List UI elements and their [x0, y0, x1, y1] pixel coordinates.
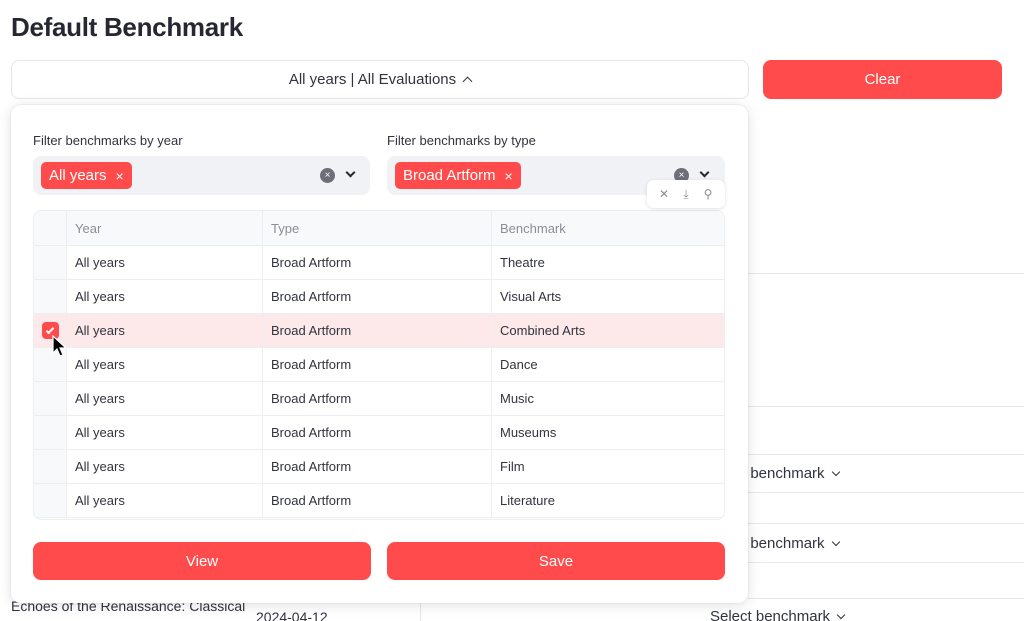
row-select-cell[interactable] — [34, 280, 66, 313]
cell-type[interactable]: Broad Artform — [262, 314, 491, 347]
divider — [748, 273, 1024, 274]
clear-selection-icon[interactable]: × — [320, 168, 335, 183]
page-title: Default Benchmark — [11, 12, 243, 42]
row-select-cell[interactable] — [34, 484, 66, 517]
divider — [748, 598, 1024, 599]
row-select-cell[interactable] — [34, 416, 66, 449]
download-icon[interactable]: ⤓ — [678, 187, 694, 202]
type-filter-label: Filter benchmarks by type — [387, 133, 536, 148]
cell-year[interactable]: All years — [66, 314, 262, 347]
event-date: 2024-04-12 — [256, 609, 328, 621]
row-select-header — [34, 211, 66, 245]
cell-year[interactable]: All years — [66, 348, 262, 381]
row-select-cell[interactable] — [34, 246, 66, 279]
mouse-cursor-icon — [52, 335, 68, 357]
table-row[interactable]: All years Broad Artform Literature — [34, 484, 724, 518]
row-select-cell[interactable] — [34, 450, 66, 483]
table-row[interactable]: All years Broad Artform Music — [34, 382, 724, 416]
chevron-down-icon[interactable] — [345, 167, 356, 178]
chevron-down-icon — [836, 610, 846, 619]
close-icon[interactable]: ✕ — [656, 187, 672, 201]
divider — [748, 492, 1024, 493]
search-icon[interactable]: ⚲ — [700, 187, 716, 201]
table-row[interactable]: All years Broad Artform Combined Arts — [34, 314, 724, 348]
year-tag: All years × — [41, 162, 132, 189]
clear-button[interactable]: Clear — [763, 60, 1002, 99]
remove-tag-icon[interactable]: × — [505, 168, 513, 184]
cell-year[interactable]: All years — [66, 416, 262, 449]
year-filter-select[interactable]: All years × × — [33, 156, 370, 195]
cell-year[interactable]: All years — [66, 382, 262, 415]
remove-tag-icon[interactable]: × — [116, 168, 124, 184]
column-header-benchmark[interactable]: Benchmark — [491, 211, 724, 245]
table-row[interactable]: All years Broad Artform Visual Arts — [34, 280, 724, 314]
table-row[interactable]: All years Broad Artform Museums — [34, 416, 724, 450]
benchmark-table: Year Type Benchmark All years Broad Artfo… — [33, 210, 725, 520]
cell-benchmark[interactable]: Literature — [491, 484, 724, 517]
check-icon — [45, 325, 55, 334]
cell-year[interactable]: All years — [66, 246, 262, 279]
filter-expander-toggle[interactable]: All years | All Evaluations — [11, 60, 749, 99]
filter-popover: Filter benchmarks by year All years × × … — [11, 105, 748, 603]
type-tag: Broad Artform × — [395, 162, 521, 189]
cell-benchmark[interactable]: Combined Arts — [491, 314, 724, 347]
divider — [420, 603, 421, 621]
cell-benchmark[interactable]: Film — [491, 450, 724, 483]
chevron-down-icon — [831, 467, 840, 476]
chevron-down-icon — [831, 537, 840, 546]
chevron-down-icon[interactable] — [699, 167, 710, 178]
column-header-year[interactable]: Year — [66, 211, 262, 245]
cell-year[interactable]: All years — [66, 280, 262, 313]
cell-benchmark[interactable]: Dance — [491, 348, 724, 381]
table-row[interactable]: All years Broad Artform Theatre — [34, 246, 724, 280]
table-toolbar: ✕ ⤓ ⚲ — [647, 180, 725, 208]
view-button[interactable]: View — [33, 542, 371, 580]
cell-type[interactable]: Broad Artform — [262, 348, 491, 381]
divider — [748, 562, 1024, 563]
cell-benchmark[interactable]: Museums — [491, 416, 724, 449]
cell-year[interactable]: All years — [66, 484, 262, 517]
cell-type[interactable]: Broad Artform — [262, 450, 491, 483]
table-header: Year Type Benchmark — [34, 211, 724, 246]
divider — [748, 454, 1024, 455]
year-filter-label: Filter benchmarks by year — [33, 133, 183, 148]
benchmark-select[interactable]: Select benchmark — [710, 608, 846, 621]
cell-type[interactable]: Broad Artform — [262, 416, 491, 449]
chevron-up-icon — [462, 76, 473, 87]
divider — [748, 406, 1024, 407]
cell-type[interactable]: Broad Artform — [262, 484, 491, 517]
cell-benchmark[interactable]: Visual Arts — [491, 280, 724, 313]
cell-year[interactable]: All years — [66, 450, 262, 483]
cell-benchmark[interactable]: Theatre — [491, 246, 724, 279]
row-select-cell[interactable] — [34, 382, 66, 415]
cell-type[interactable]: Broad Artform — [262, 382, 491, 415]
benchmark-select[interactable]: t benchmark — [742, 535, 840, 552]
table-row[interactable]: All years Broad Artform Dance — [34, 348, 724, 382]
table-row[interactable]: All years Broad Artform Film — [34, 450, 724, 484]
divider — [748, 523, 1024, 524]
column-header-type[interactable]: Type — [262, 211, 491, 245]
cell-type[interactable]: Broad Artform — [262, 280, 491, 313]
cell-benchmark[interactable]: Music — [491, 382, 724, 415]
benchmark-select[interactable]: t benchmark — [742, 465, 840, 482]
expander-summary: All years | All Evaluations — [288, 71, 457, 88]
cell-type[interactable]: Broad Artform — [262, 246, 491, 279]
save-button[interactable]: Save — [387, 542, 725, 580]
